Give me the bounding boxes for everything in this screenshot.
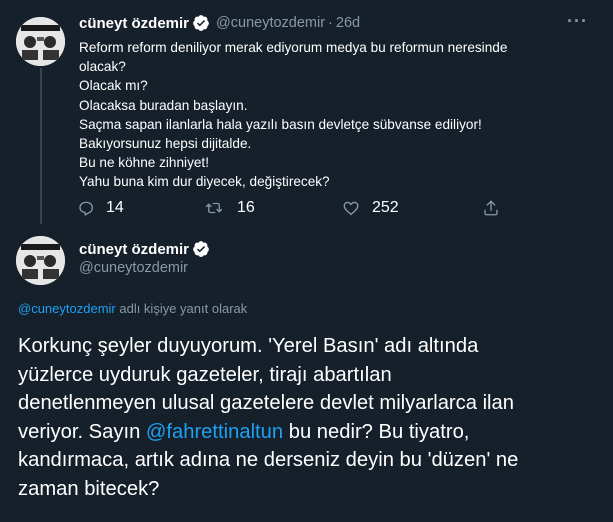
tweet-line: kandırmaca, artık adına ne derseniz deyi…	[18, 449, 519, 472]
thread-connector	[40, 68, 42, 224]
text-fragment: veriyor. Sayın	[18, 420, 146, 443]
tweet-line: zaman bitecek?	[18, 477, 160, 500]
tweet-line: yüzlerce uyduruk gazeteler, tirajı abart…	[18, 363, 392, 386]
handle[interactable]: @cuneytozdemir	[216, 15, 325, 31]
like-count: 252	[372, 199, 399, 216]
retweet-icon	[205, 202, 223, 214]
retweet-button[interactable]: 16	[205, 199, 255, 217]
reply-to-label: adlı kişiye yanıt olarak	[115, 301, 248, 316]
avatar[interactable]	[16, 236, 65, 285]
reply-count: 14	[106, 199, 124, 216]
tweet-line: veriyor. Sayın @fahrettinaltun bu nedir?…	[18, 418, 603, 447]
tweet-line: olacak?	[79, 59, 126, 75]
reply-icon	[79, 201, 94, 216]
text-fragment: bu nedir? Bu tiyatro,	[283, 420, 470, 443]
retweet-count: 16	[237, 199, 255, 216]
display-name[interactable]: cüneyt özdemir	[79, 241, 189, 258]
handle[interactable]: @cuneytozdemir	[79, 260, 188, 276]
tweet-line: denetlenmeyen ulusal gazetelere devlet m…	[18, 392, 514, 415]
share-button[interactable]	[482, 199, 500, 217]
mention-link[interactable]: @fahrettinaltun	[146, 421, 283, 443]
timestamp[interactable]: 26d	[336, 15, 360, 31]
like-icon	[343, 201, 359, 216]
avatar[interactable]	[16, 17, 65, 66]
tweet-line: Korkunç şeyler duyuyorum. 'Yerel Basın' …	[18, 335, 479, 357]
like-button[interactable]: 252	[342, 199, 399, 217]
tweet-line: Olacaksa buradan başlayın.	[79, 97, 248, 113]
reply-context: @cuneytozdemir adlı kişiye yanıt olarak	[18, 301, 247, 316]
verified-icon	[192, 14, 210, 32]
tweet-header: cüneyt özdemir @cuneytozdemir · 26d	[79, 14, 360, 32]
tweet-line: Bu ne köhne zihniyet!	[79, 155, 209, 171]
reply-button[interactable]: 14	[77, 199, 124, 217]
tweet-header: cüneyt özdemir	[79, 240, 210, 258]
tweet-text: Reform reform deniliyor merak ediyorum m…	[79, 38, 579, 192]
tweet-line: Saçma sapan ilanlarla hala yazılı basın …	[79, 116, 482, 132]
reply-to-mention[interactable]: @cuneytozdemir	[18, 301, 116, 316]
verified-icon	[192, 240, 210, 258]
tweet-line: Olacak mı?	[79, 78, 148, 94]
separator: ·	[328, 15, 333, 31]
display-name[interactable]: cüneyt özdemir	[79, 15, 189, 32]
tweet-text: Korkunç şeyler duyuyorum. 'Yerel Basın' …	[18, 332, 603, 504]
more-icon[interactable]: ···	[567, 12, 588, 30]
share-icon	[484, 200, 498, 216]
tweet-line: Bakıyorsunuz hepsi dijitalde.	[79, 136, 252, 152]
tweet-line: Reform reform deniliyor merak ediyorum m…	[79, 40, 508, 55]
tweet-line: Yahu buna kim dur diyecek, değiştirecek?	[79, 174, 330, 190]
